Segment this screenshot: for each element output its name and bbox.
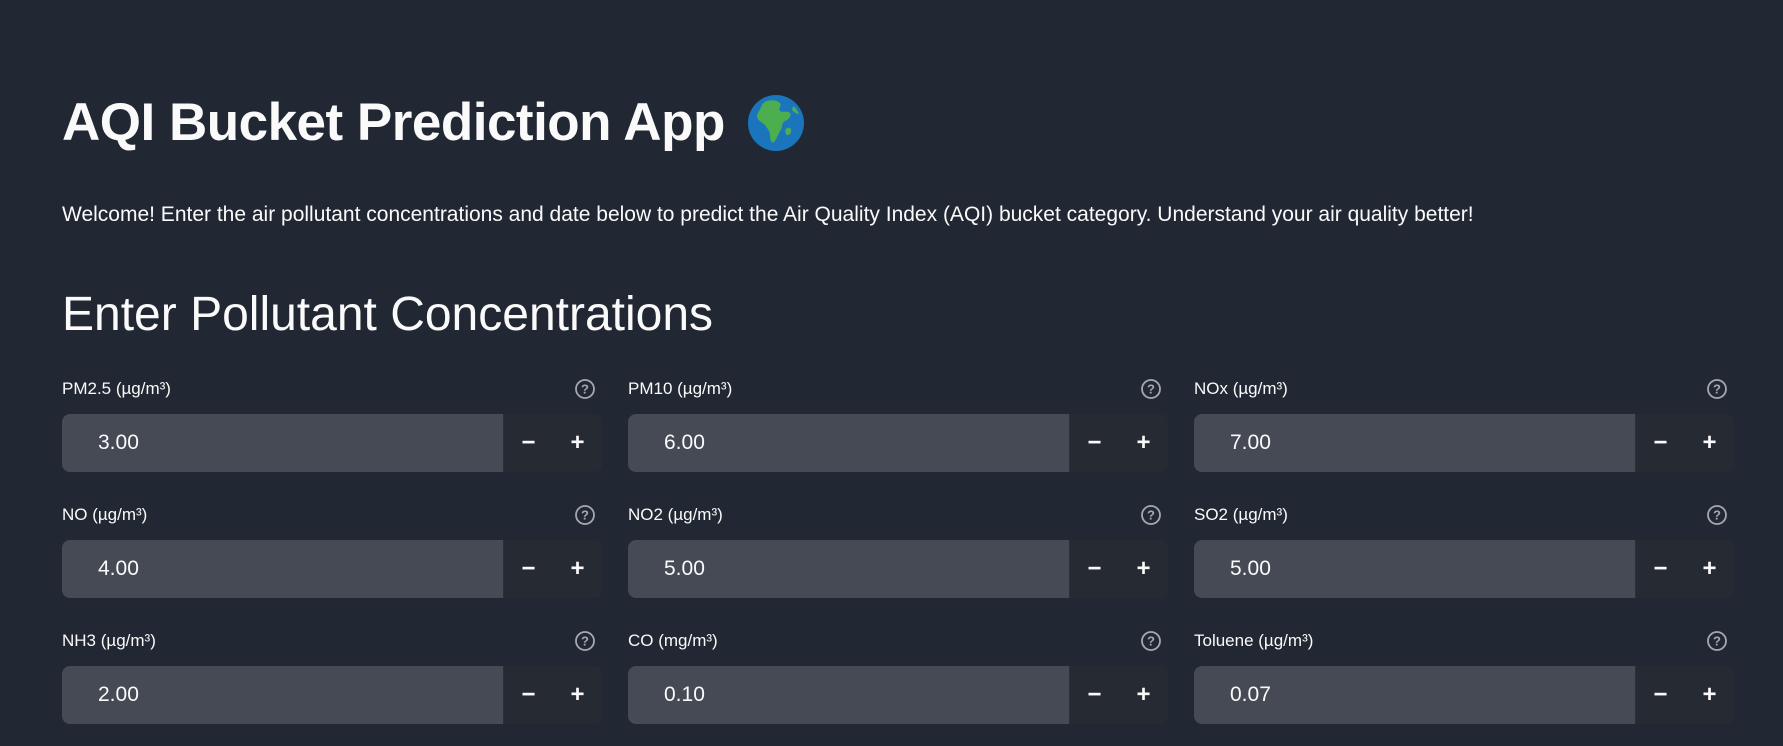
nh3-field: NH3 (µg/m³) ? − + [62,624,602,746]
nox-field: NOx (µg/m³) ? − + [1194,372,1734,498]
svg-text:?: ? [1713,634,1721,649]
stepper: − + [1636,540,1734,598]
svg-text:?: ? [1713,382,1721,397]
nox-input[interactable] [1194,414,1636,472]
decrement-button[interactable]: − [1070,414,1119,472]
stepper: − + [1636,666,1734,724]
pollutant-input-grid: PM2.5 (µg/m³) ? − + PM10 (µg/m³) ? [62,372,1734,746]
help-icon[interactable]: ? [1140,378,1162,400]
stepper: − + [1070,540,1168,598]
stepper: − + [504,414,602,472]
number-input: − + [1194,666,1734,724]
field-label: PM2.5 (µg/m³) [62,379,171,398]
section-heading: Enter Pollutant Concentrations [62,288,714,341]
svg-text:?: ? [581,382,589,397]
svg-text:?: ? [581,634,589,649]
number-input: − + [628,414,1168,472]
number-input: − + [628,540,1168,598]
help-icon[interactable]: ? [1706,504,1728,526]
no-field: NO (µg/m³) ? − + [62,498,602,624]
decrement-button[interactable]: − [1636,540,1685,598]
help-icon[interactable]: ? [1140,630,1162,652]
decrement-button[interactable]: − [1070,540,1119,598]
increment-button[interactable]: + [1685,414,1734,472]
increment-button[interactable]: + [553,666,602,724]
increment-button[interactable]: + [1685,540,1734,598]
increment-button[interactable]: + [1685,666,1734,724]
decrement-button[interactable]: − [1636,414,1685,472]
number-input: − + [628,666,1168,724]
toluene-input[interactable] [1194,666,1636,724]
no-input[interactable] [62,540,504,598]
increment-button[interactable]: + [1119,540,1168,598]
number-input: − + [62,666,602,724]
decrement-button[interactable]: − [504,540,553,598]
field-label: PM10 (µg/m³) [628,379,733,398]
svg-text:?: ? [1147,508,1155,523]
co-field: CO (mg/m³) ? − + [628,624,1168,746]
pm10-input[interactable] [628,414,1070,472]
pm10-field: PM10 (µg/m³) ? − + [628,372,1168,498]
globe-africa-icon [747,94,805,152]
so2-input[interactable] [1194,540,1636,598]
help-icon[interactable]: ? [1706,630,1728,652]
nh3-input[interactable] [62,666,504,724]
so2-field: SO2 (µg/m³) ? − + [1194,498,1734,624]
help-icon[interactable]: ? [574,630,596,652]
field-label: NO (µg/m³) [62,505,148,524]
field-label: Toluene (µg/m³) [1194,631,1314,650]
stepper: − + [1636,414,1734,472]
page-title: AQI Bucket Prediction App [62,93,725,152]
decrement-button[interactable]: − [1636,666,1685,724]
field-label: CO (mg/m³) [628,631,718,650]
stepper: − + [1070,666,1168,724]
field-label: NO2 (µg/m³) [628,505,723,524]
stepper: − + [504,540,602,598]
svg-text:?: ? [1147,634,1155,649]
help-icon[interactable]: ? [574,504,596,526]
number-input: − + [1194,540,1734,598]
svg-text:?: ? [581,508,589,523]
stepper: − + [1070,414,1168,472]
increment-button[interactable]: + [553,540,602,598]
pm25-input[interactable] [62,414,504,472]
no2-field: NO2 (µg/m³) ? − + [628,498,1168,624]
toluene-field: Toluene (µg/m³) ? − + [1194,624,1734,746]
field-label: NH3 (µg/m³) [62,631,156,650]
help-icon[interactable]: ? [574,378,596,400]
svg-text:?: ? [1147,382,1155,397]
field-label: SO2 (µg/m³) [1194,505,1288,524]
number-input: − + [1194,414,1734,472]
app-root: AQI Bucket Prediction App Welcome! Enter… [0,0,1783,746]
number-input: − + [62,414,602,472]
stepper: − + [504,666,602,724]
increment-button[interactable]: + [1119,414,1168,472]
title-row: AQI Bucket Prediction App [62,88,805,158]
svg-text:?: ? [1713,508,1721,523]
field-label: NOx (µg/m³) [1194,379,1288,398]
increment-button[interactable]: + [553,414,602,472]
co-input[interactable] [628,666,1070,724]
help-icon[interactable]: ? [1706,378,1728,400]
decrement-button[interactable]: − [504,666,553,724]
decrement-button[interactable]: − [504,414,553,472]
no2-input[interactable] [628,540,1070,598]
help-icon[interactable]: ? [1140,504,1162,526]
pm25-field: PM2.5 (µg/m³) ? − + [62,372,602,498]
decrement-button[interactable]: − [1070,666,1119,724]
number-input: − + [62,540,602,598]
welcome-text: Welcome! Enter the air pollutant concent… [62,203,1474,226]
increment-button[interactable]: + [1119,666,1168,724]
